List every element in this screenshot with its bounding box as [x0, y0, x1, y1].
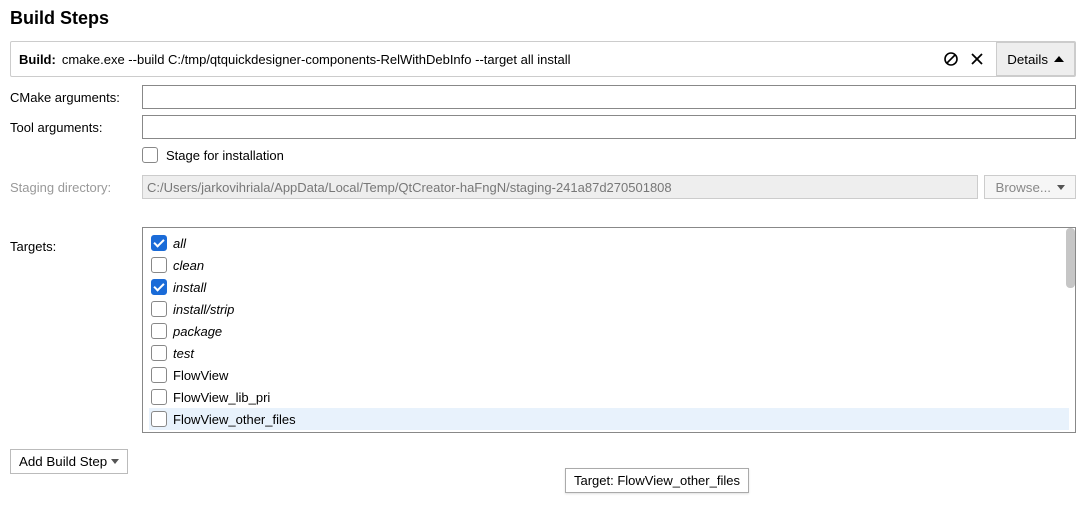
- targets-list[interactable]: all clean install install/strip package test F…: [142, 227, 1076, 433]
- targets-label: Targets:: [10, 227, 142, 254]
- target-item[interactable]: install: [149, 276, 1069, 298]
- target-item[interactable]: clean: [149, 254, 1069, 276]
- add-build-step-button[interactable]: Add Build Step: [10, 449, 128, 474]
- browse-button: Browse...: [984, 175, 1076, 199]
- target-checkbox[interactable]: [151, 323, 167, 339]
- target-item[interactable]: FlowView_other_files: [149, 408, 1069, 430]
- target-label: install: [173, 280, 206, 295]
- target-label: test: [173, 346, 194, 361]
- target-checkbox[interactable]: [151, 257, 167, 273]
- build-bar: Build: cmake.exe --build C:/tmp/qtquickd…: [10, 41, 1076, 77]
- target-checkbox[interactable]: [151, 389, 167, 405]
- build-label: Build:: [19, 52, 56, 67]
- target-item[interactable]: all: [149, 232, 1069, 254]
- tool-args-label: Tool arguments:: [10, 120, 142, 135]
- stage-checkbox-label: Stage for installation: [166, 148, 284, 163]
- scrollbar-thumb[interactable]: [1066, 228, 1075, 288]
- section-title: Build Steps: [10, 8, 1076, 29]
- staging-dir-label: Staging directory:: [10, 180, 142, 195]
- target-label: all: [173, 236, 186, 251]
- tool-args-input[interactable]: [142, 115, 1076, 139]
- target-checkbox[interactable]: [151, 235, 167, 251]
- chevron-down-icon: [111, 459, 119, 464]
- target-label: install/strip: [173, 302, 234, 317]
- tooltip: Target: FlowView_other_files: [565, 468, 749, 493]
- target-checkbox[interactable]: [151, 279, 167, 295]
- target-item[interactable]: install/strip: [149, 298, 1069, 320]
- target-checkbox[interactable]: [151, 301, 167, 317]
- build-command: cmake.exe --build C:/tmp/qtquickdesigner…: [62, 52, 571, 67]
- chevron-up-icon: [1054, 56, 1064, 62]
- target-checkbox[interactable]: [151, 411, 167, 427]
- details-button[interactable]: Details: [996, 42, 1075, 76]
- target-label: FlowView_lib_pri: [173, 390, 270, 405]
- target-label: FlowView: [173, 368, 228, 383]
- disable-step-icon[interactable]: [940, 48, 962, 70]
- target-item[interactable]: FlowView: [149, 364, 1069, 386]
- target-item[interactable]: package: [149, 320, 1069, 342]
- target-checkbox[interactable]: [151, 367, 167, 383]
- staging-dir-input: [142, 175, 978, 199]
- target-label: FlowView_other_files: [173, 412, 296, 427]
- target-item[interactable]: test: [149, 342, 1069, 364]
- browse-label: Browse...: [995, 180, 1051, 195]
- stage-checkbox[interactable]: [142, 147, 158, 163]
- remove-step-icon[interactable]: [966, 48, 988, 70]
- details-label: Details: [1007, 52, 1048, 67]
- target-label: clean: [173, 258, 204, 273]
- target-checkbox[interactable]: [151, 345, 167, 361]
- target-label: package: [173, 324, 222, 339]
- add-build-step-label: Add Build Step: [19, 454, 107, 469]
- target-item[interactable]: FlowView_lib_pri: [149, 386, 1069, 408]
- cmake-args-label: CMake arguments:: [10, 90, 142, 105]
- chevron-down-icon: [1057, 185, 1065, 190]
- cmake-args-input[interactable]: [142, 85, 1076, 109]
